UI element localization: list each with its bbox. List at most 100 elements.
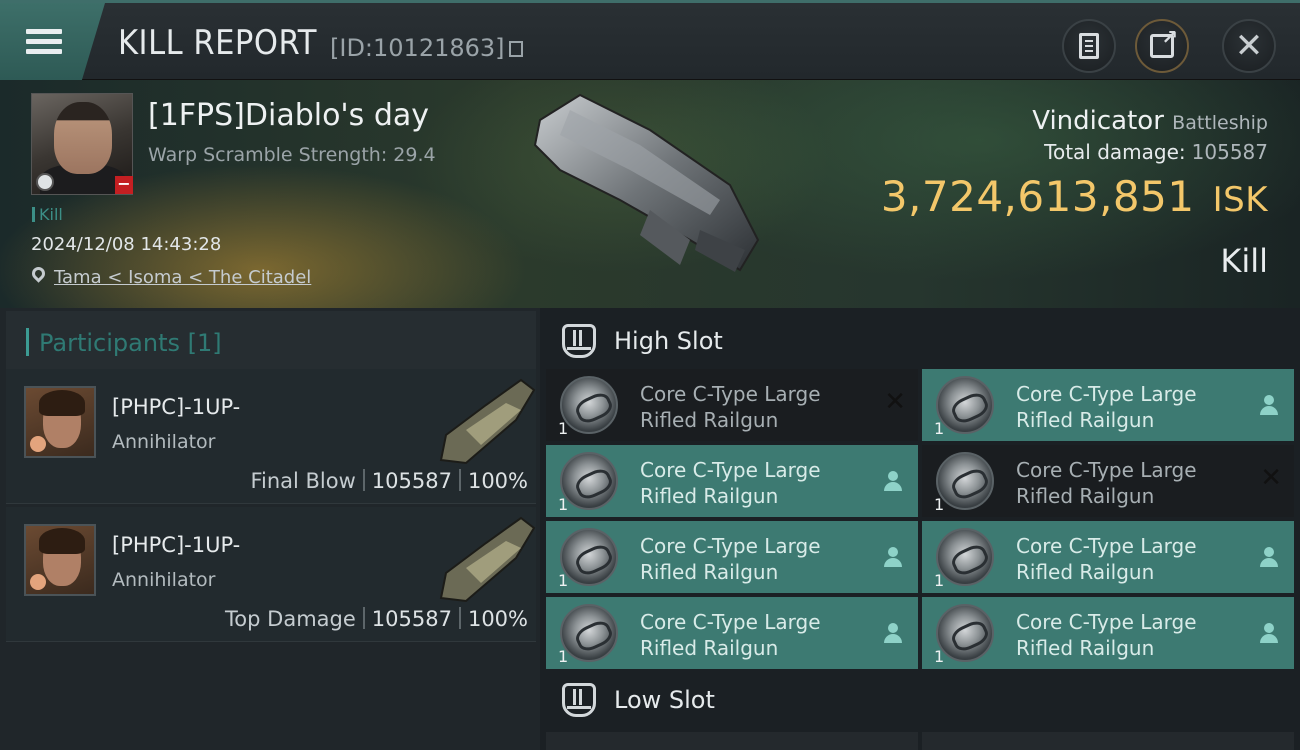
participant-name: [PHPC]-1UP-	[112, 395, 241, 419]
hamburger-icon	[26, 24, 62, 59]
participant-avatar[interactable]	[24, 386, 96, 458]
participant-percent: 100%	[467, 469, 528, 493]
participant-percent: 100%	[467, 607, 528, 631]
standing-minus-icon: −	[115, 176, 133, 194]
dropped-person-icon	[1260, 623, 1278, 643]
low-slot-module-partial[interactable]	[546, 732, 918, 750]
low-slot-icon	[562, 683, 596, 717]
module-name: Core C-Type Large Rifled Railgun	[1016, 382, 1197, 432]
kill-location-link[interactable]: Tama < Isoma < The Citadel	[54, 267, 311, 288]
module-name: Core C-Type Large Rifled Railgun	[1016, 458, 1197, 508]
ship-name: Vindicator	[1032, 106, 1164, 136]
module-quantity: 1	[558, 571, 569, 590]
copy-icon[interactable]	[508, 41, 523, 57]
top-damage-label: Top Damage	[225, 607, 356, 631]
dropped-person-icon	[884, 471, 902, 491]
close-button[interactable]: ✕	[1222, 19, 1276, 73]
module-quantity: 1	[558, 495, 569, 514]
participant-stats: Top Damage 105587 100%	[225, 607, 528, 631]
ship-class: Battleship	[1172, 112, 1268, 134]
total-damage: Total damage: 105587	[1044, 140, 1268, 164]
railgun-icon	[936, 604, 994, 662]
low-slot-header: Low Slot	[546, 670, 1300, 730]
module-name: Core C-Type Large Rifled Railgun	[1016, 534, 1197, 584]
share-button[interactable]	[1135, 19, 1189, 73]
victim-ship-image[interactable]	[530, 90, 770, 280]
low-slot-module-partial[interactable]	[922, 732, 1294, 750]
clipboard-button[interactable]	[1062, 19, 1116, 73]
kill-result: Kill	[1220, 242, 1268, 280]
dropped-person-icon	[1260, 395, 1278, 415]
module-item[interactable]: 1 Core C-Type Large Rifled Railgun	[546, 521, 918, 593]
victim-ship[interactable]: Vindicator Battleship	[1032, 106, 1268, 136]
participant-name: [PHPC]-1UP-	[112, 533, 241, 557]
low-slot-title: Low Slot	[614, 686, 715, 714]
module-item[interactable]: 1 Core C-Type Large Rifled Railgun	[546, 445, 918, 517]
report-id[interactable]: [ID:10121863]	[330, 34, 523, 62]
participant-stats: Final Blow 105587 100%	[250, 469, 528, 493]
participant-avatar[interactable]	[24, 524, 96, 596]
warp-scramble-strength: Warp Scramble Strength: 29.4	[148, 144, 436, 166]
corp-logo-icon	[30, 436, 46, 452]
total-damage-label: Total damage:	[1044, 140, 1186, 164]
participant-card[interactable]: [PHPC]-1UP- Annihilator Top Damage 105587…	[6, 507, 536, 642]
participants-header: Participants [1]	[6, 311, 536, 369]
participant-damage: 105587	[371, 469, 452, 493]
corp-logo-icon	[30, 574, 46, 590]
isk-amount: 3,724,613,851	[880, 172, 1195, 221]
destroyed-x-icon: ✕	[1260, 463, 1282, 493]
participant-ship-image	[439, 516, 536, 603]
railgun-icon	[560, 528, 618, 586]
module-name: Core C-Type Large Rifled Railgun	[640, 610, 821, 660]
isk-unit: ISK	[1212, 180, 1268, 220]
participants-panel: Participants [1] [PHPC]-1UP- Annihilator…	[0, 308, 540, 750]
module-item[interactable]: 1 Core C-Type Large Rifled Railgun	[546, 597, 918, 669]
dropped-person-icon	[884, 623, 902, 643]
close-icon: ✕	[1234, 26, 1264, 66]
high-slot-header: High Slot	[546, 311, 1300, 371]
module-name: Core C-Type Large Rifled Railgun	[640, 458, 821, 508]
railgun-icon	[936, 376, 994, 434]
menu-button[interactable]	[0, 3, 105, 80]
total-damage-value: 105587	[1191, 140, 1268, 164]
final-blow-label: Final Blow	[250, 469, 356, 493]
participants-title: Participants [1]	[26, 328, 222, 357]
top-bar: KILL REPORT [ID:10121863] ✕	[0, 0, 1300, 80]
module-name: Core C-Type Large Rifled Railgun	[640, 534, 821, 584]
railgun-icon	[560, 376, 618, 434]
railgun-icon	[936, 528, 994, 586]
corp-logo-icon[interactable]	[36, 173, 54, 191]
kill-datetime: 2024/12/08 14:43:28	[31, 234, 222, 255]
module-item[interactable]: 1 Core C-Type Large Rifled Railgun ✕	[922, 445, 1294, 517]
module-quantity: 1	[934, 647, 945, 666]
high-slot-title: High Slot	[614, 327, 723, 355]
module-name: Core C-Type Large Rifled Railgun	[1016, 610, 1197, 660]
participant-ship: Annihilator	[112, 431, 216, 453]
module-name: Core C-Type Large Rifled Railgun	[640, 382, 821, 432]
module-item[interactable]: 1 Core C-Type Large Rifled Railgun	[922, 597, 1294, 669]
participant-ship: Annihilator	[112, 569, 216, 591]
module-quantity: 1	[558, 419, 569, 438]
module-item[interactable]: 1 Core C-Type Large Rifled Railgun	[922, 369, 1294, 441]
participant-ship-image	[439, 378, 536, 465]
module-quantity: 1	[558, 647, 569, 666]
kill-banner: − [1FPS]Diablo's day Warp Scramble Stren…	[0, 80, 1300, 308]
module-item[interactable]: 1 Core C-Type Large Rifled Railgun	[922, 521, 1294, 593]
railgun-icon	[936, 452, 994, 510]
dropped-person-icon	[884, 547, 902, 567]
clipboard-icon	[1079, 33, 1099, 59]
page-title: KILL REPORT	[118, 23, 317, 63]
report-id-text: [ID:10121863]	[330, 34, 505, 62]
module-item[interactable]: 1 Core C-Type Large Rifled Railgun ✕	[546, 369, 918, 441]
participant-damage: 105587	[371, 607, 452, 631]
share-icon	[1150, 25, 1178, 58]
participant-card[interactable]: [PHPC]-1UP- Annihilator Final Blow 105587…	[6, 369, 536, 504]
victim-name[interactable]: [1FPS]Diablo's day	[148, 98, 429, 133]
module-quantity: 1	[934, 419, 945, 438]
destroyed-x-icon: ✕	[884, 387, 906, 417]
railgun-icon	[560, 604, 618, 662]
module-quantity: 1	[934, 571, 945, 590]
isk-value: 3,724,613,851 ISK	[881, 172, 1268, 221]
kill-tag: Kill	[32, 205, 63, 224]
dropped-person-icon	[1260, 547, 1278, 567]
